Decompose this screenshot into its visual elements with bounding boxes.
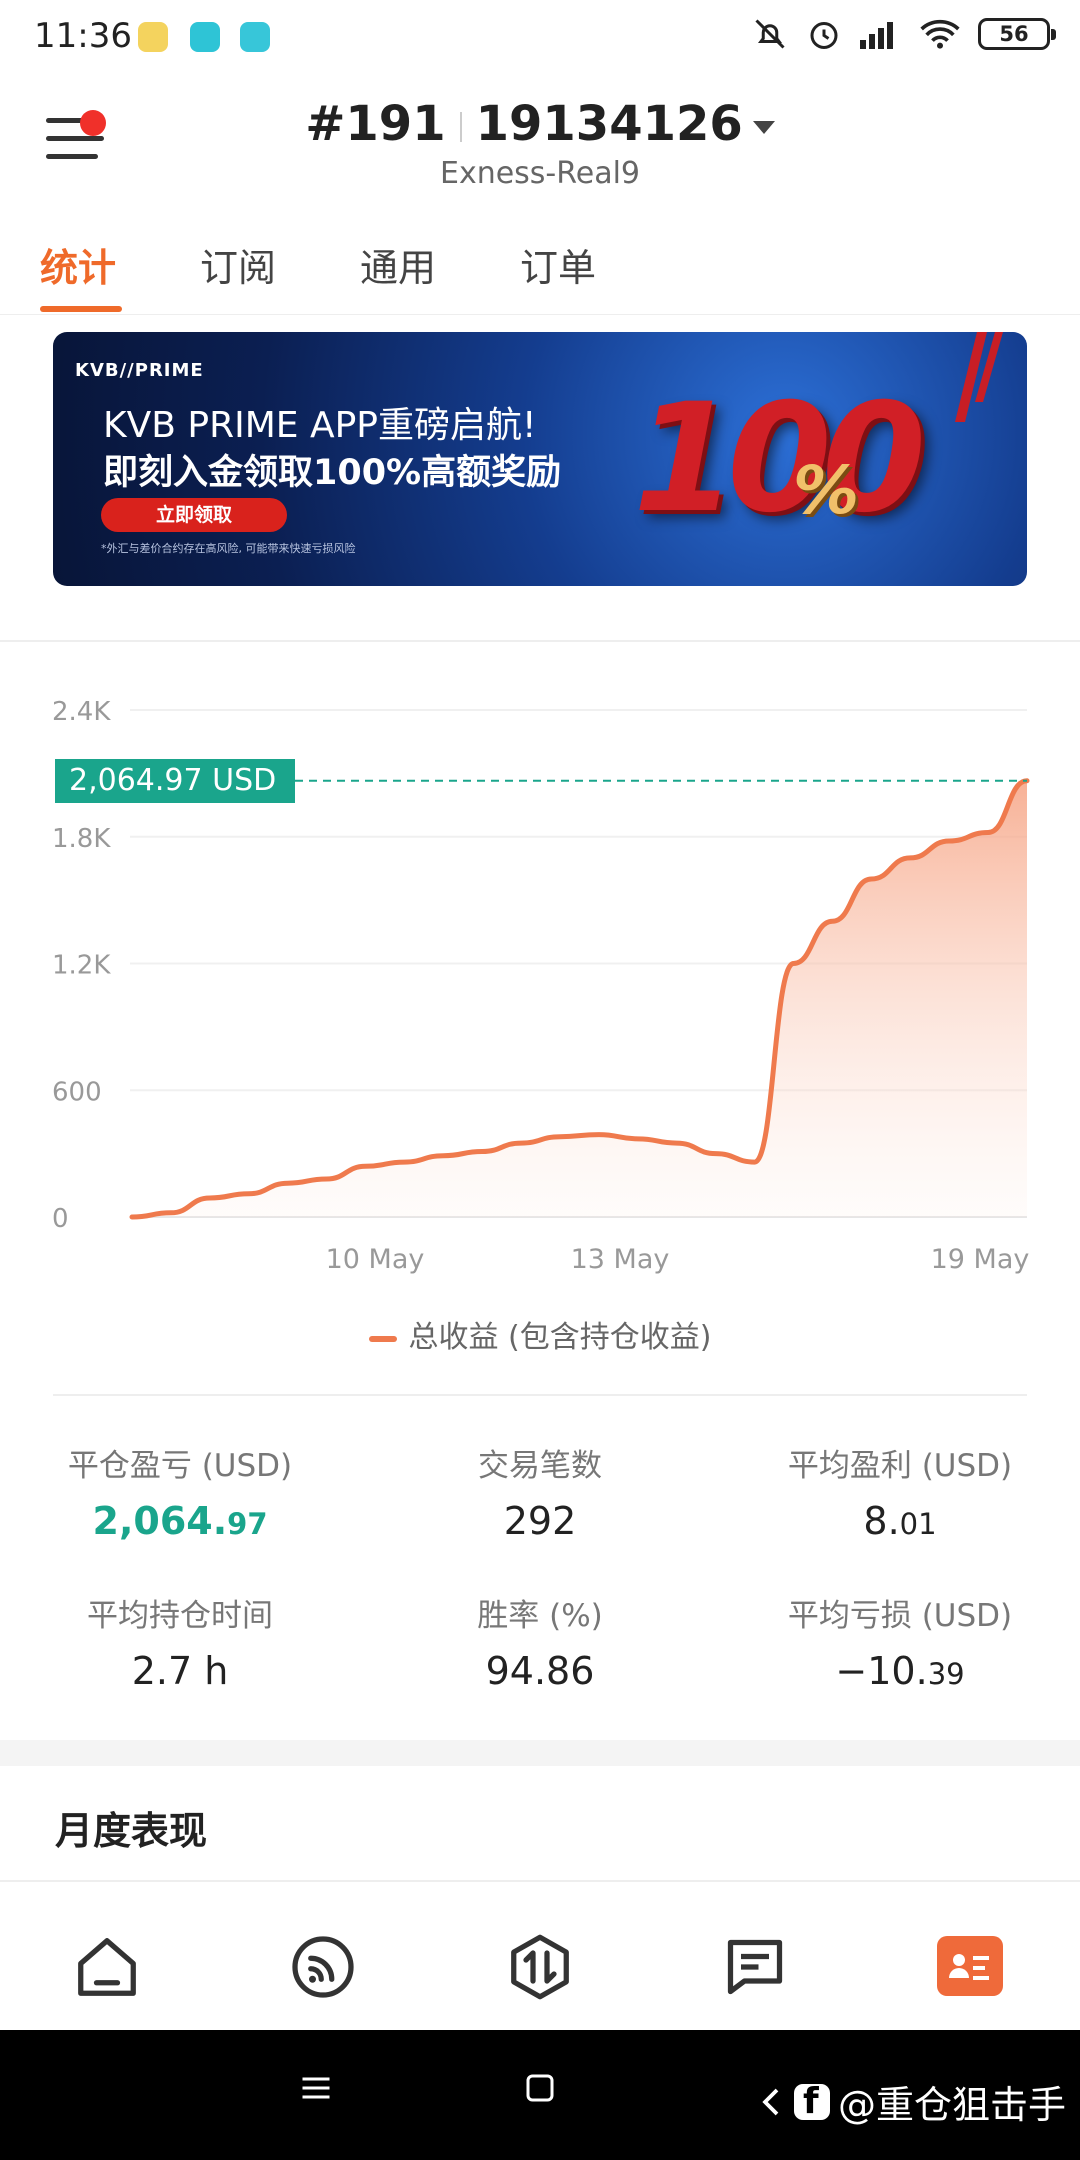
bottom-navigation (0, 1900, 1080, 2030)
chart-x-axis: 10 May 13 May 19 May (326, 1244, 1030, 1275)
account-prefix: #191 (305, 96, 446, 152)
section-separator (0, 1740, 1080, 1766)
stat-average-holding-time: 平均持仓时间 2.7 h (0, 1590, 360, 1693)
stat-label: 平均盈利 (USD) (787, 1448, 1013, 1484)
y-tick-label: 1.8K (52, 824, 111, 854)
legend-swatch (368, 1335, 397, 1342)
account-number: 19134126 (475, 96, 743, 152)
tab-statistics[interactable]: 统计 (40, 237, 116, 292)
stat-value: −10.39 (835, 1649, 965, 1693)
stat-label: 交易笔数 (478, 1448, 602, 1484)
stat-value: 292 (503, 1499, 577, 1543)
stat-label: 平均持仓时间 (87, 1598, 273, 1634)
system-navigation-bar: @重仓狙击手 (0, 2030, 1080, 2160)
stat-closed-pnl: 平仓盈亏 (USD) 2,064.97 (0, 1440, 360, 1543)
x-tick-label: 13 May (571, 1244, 670, 1275)
tab-subscribe[interactable]: 订阅 (200, 237, 276, 292)
stats-divider (53, 1394, 1027, 1396)
section-divider (0, 600, 1080, 642)
notification-app-icon-2 (240, 22, 270, 52)
home-icon[interactable] (72, 1932, 142, 2002)
active-tab-indicator (40, 306, 122, 312)
y-tick-label: 2.4K (52, 697, 111, 727)
stat-value: 2,064.97 (92, 1499, 268, 1543)
current-value-label: 2,064.97 USD (55, 758, 295, 803)
y-tick-label: 1.2K (52, 951, 111, 981)
stat-value: 2.7 h (131, 1649, 229, 1693)
stat-win-rate: 胜率 (%) 94.86 (360, 1590, 720, 1693)
banner-subheadline: 即刻入金领取100%高额奖励 (103, 453, 562, 493)
battery-indicator: 56 (978, 18, 1056, 50)
stat-label: 平均亏损 (USD) (787, 1598, 1013, 1634)
server-name: Exness-Real9 (439, 156, 641, 191)
x-tick-label: 19 May (931, 1244, 1030, 1275)
stat-value: 94.86 (485, 1649, 595, 1693)
tab-orders[interactable]: 订单 (520, 237, 596, 292)
y-tick-label: 600 (52, 1077, 102, 1107)
stat-label: 胜率 (%) (477, 1598, 603, 1634)
stat-value: 8.01 (863, 1499, 937, 1543)
message-icon[interactable] (720, 1932, 790, 2002)
chart-legend: 总收益 (包含持仓收益) (0, 1312, 1080, 1356)
chevron-down-icon (752, 120, 775, 134)
notification-shield-icon (190, 22, 220, 52)
banner-hundred-graphic: 100 (633, 372, 926, 546)
banner-brand: KVB//PRIME (75, 360, 204, 381)
alarm-icon (810, 22, 838, 49)
feed-icon[interactable] (288, 1932, 358, 2002)
facebook-icon (793, 2081, 830, 2122)
banner-disclaimer: *外汇与差价合约存在高风险, 可能带来快速亏损风险 (101, 542, 356, 555)
watermark: @重仓狙击手 (756, 2074, 1066, 2129)
stat-label: 平仓盈亏 (USD) (67, 1448, 293, 1484)
account-selector[interactable]: #191 19134126 (0, 96, 1080, 152)
stat-average-profit: 平均盈利 (USD) 8.01 (720, 1440, 1080, 1543)
tab-bar: 统计 订阅 通用 订单 (0, 225, 1080, 315)
recents-icon[interactable] (298, 2070, 334, 2106)
watermark-text: @重仓狙击手 (837, 2083, 1066, 2127)
banner-percent-graphic: % (793, 452, 860, 529)
tab-general[interactable]: 通用 (360, 237, 436, 292)
monthly-performance-title: 月度表现 (55, 1809, 208, 1853)
banner-claim-button[interactable]: 立即领取 (101, 498, 287, 532)
banner-stripes-decoration (955, 332, 1003, 422)
stat-average-loss: 平均亏损 (USD) −10.39 (720, 1590, 1080, 1693)
mute-bell-icon (755, 19, 785, 49)
profile-card-icon[interactable] (937, 1936, 1003, 1996)
status-bar: 11:36 56 (0, 0, 1080, 76)
notification-app-icon (138, 22, 168, 52)
back-icon[interactable] (756, 2084, 786, 2120)
stat-trade-count: 交易笔数 292 (360, 1440, 720, 1543)
banner-headline: KVB PRIME APP重磅启航! (103, 405, 537, 446)
status-time: 11:36 (34, 16, 132, 56)
wifi-icon (920, 19, 960, 49)
legend-label: 总收益 (包含持仓收益) (408, 1320, 712, 1355)
trade-icon[interactable] (505, 1932, 575, 2002)
signal-icon (860, 22, 893, 49)
promo-banner[interactable]: KVB//PRIME KVB PRIME APP重磅启航! 即刻入金领取100%… (53, 332, 1027, 586)
monthly-divider (0, 1880, 1080, 1882)
chart-area-fill (132, 780, 1027, 1217)
x-tick-label: 10 May (326, 1244, 425, 1275)
home-nav-icon[interactable] (522, 2070, 558, 2106)
y-tick-label: 0 (52, 1204, 69, 1234)
